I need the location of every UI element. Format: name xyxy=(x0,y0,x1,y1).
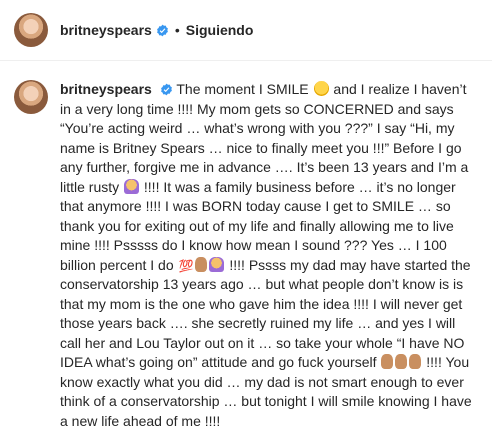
caption-text-2: and I realize I haven’t in a very long t… xyxy=(60,81,469,195)
avatar[interactable] xyxy=(14,13,48,47)
shrug-emoji-icon xyxy=(209,256,225,272)
caption-text-4: !!!! Pssss my dad may have started the c… xyxy=(60,256,471,371)
post-caption-row: britneyspears The moment I SMILE and I r… xyxy=(14,80,484,431)
header-username[interactable]: britneyspears xyxy=(60,22,152,38)
thumbs-up-emoji-icon xyxy=(195,256,208,272)
caption-username[interactable]: britneyspears xyxy=(60,81,152,97)
separator-dot: • xyxy=(174,22,180,38)
thumbs-up-emoji-icon xyxy=(381,354,394,369)
post-header: britneyspears • Siguiendo xyxy=(0,0,492,60)
thumbs-up-emoji-icon xyxy=(409,354,422,369)
grin-emoji-icon xyxy=(313,81,329,96)
caption-avatar[interactable] xyxy=(14,80,48,114)
hundred-emoji-icon: 💯 xyxy=(178,258,194,273)
header-divider xyxy=(0,60,492,61)
following-button[interactable]: Siguiendo xyxy=(186,22,254,38)
post-caption: britneyspears The moment I SMILE and I r… xyxy=(60,80,480,431)
caption-verified-badge-icon xyxy=(160,83,172,96)
thumbs-up-emoji-icon xyxy=(395,354,408,369)
shrug-emoji-icon xyxy=(124,178,140,194)
verified-badge-icon xyxy=(156,24,168,36)
caption-text-1: The moment I SMILE xyxy=(172,81,313,97)
